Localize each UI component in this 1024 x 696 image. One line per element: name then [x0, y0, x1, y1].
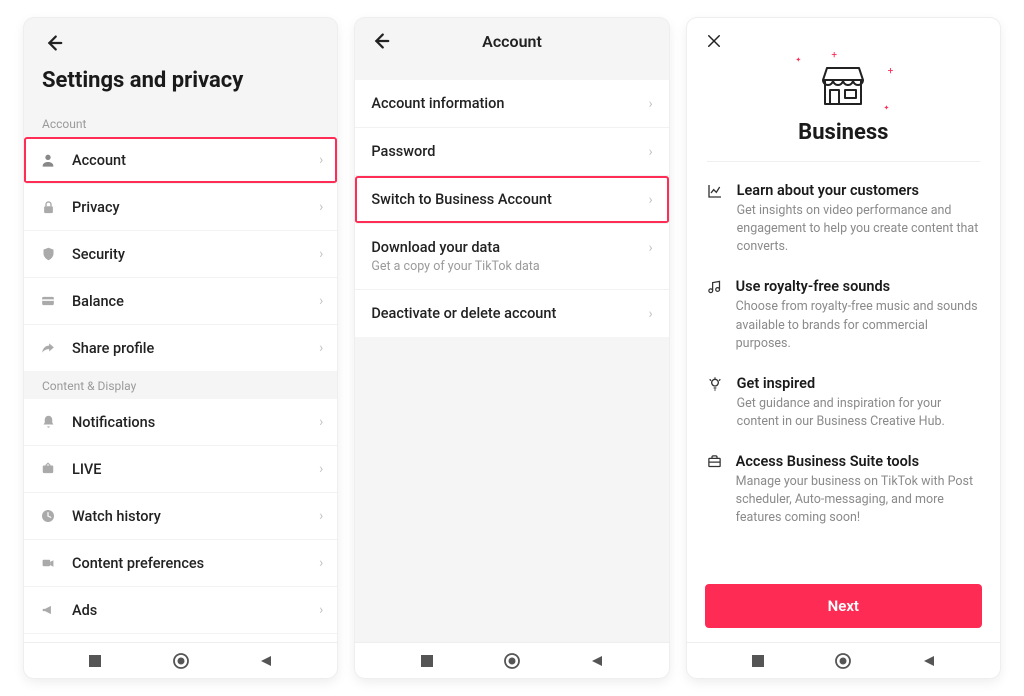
clock-icon — [38, 506, 58, 526]
video-icon — [38, 553, 58, 573]
screen-business: + ✦ + ✦ Business Lea — [687, 18, 1000, 678]
nav-recent-icon[interactable] — [413, 647, 441, 675]
item-subtitle: Get a copy of your TikTok data — [371, 259, 652, 274]
item-live[interactable]: LIVE › — [24, 446, 337, 493]
chevron-right-icon: › — [319, 414, 323, 430]
item-label: Switch to Business Account — [371, 191, 648, 208]
android-nav — [355, 642, 668, 678]
item-label: Content preferences — [72, 555, 319, 572]
item-watch-history[interactable]: Watch history › — [24, 493, 337, 540]
chevron-right-icon: › — [648, 96, 652, 112]
chevron-right-icon: › — [319, 152, 323, 168]
chevron-right-icon: › — [319, 602, 323, 618]
item-label: Notifications — [72, 414, 319, 431]
item-label: Password — [371, 143, 648, 160]
screen-settings: Settings and privacy Account Account › P… — [24, 18, 337, 678]
android-nav — [687, 642, 1000, 678]
item-label: Share profile — [72, 340, 319, 357]
chevron-right-icon: › — [648, 240, 652, 256]
item-deactivate[interactable]: Deactivate or delete account › — [355, 290, 668, 337]
chevron-right-icon: › — [319, 199, 323, 215]
business-title: Business — [687, 120, 1000, 145]
nav-home-icon[interactable] — [498, 647, 526, 675]
item-label: Account — [72, 152, 319, 169]
item-label: Watch history — [72, 508, 319, 525]
item-label: Balance — [72, 293, 319, 310]
chevron-right-icon: › — [319, 508, 323, 524]
item-account-information[interactable]: Account information › — [355, 80, 668, 128]
music-icon — [707, 278, 722, 352]
screen-account: Account Account information › Password ›… — [355, 18, 668, 678]
feature-desc: Get insights on video performance and en… — [737, 202, 980, 256]
nav-recent-icon[interactable] — [81, 647, 109, 675]
chevron-right-icon: › — [319, 293, 323, 309]
share-icon — [38, 338, 58, 358]
item-download-data[interactable]: Download your data › Get a copy of your … — [355, 224, 668, 290]
feature-title: Get inspired — [737, 375, 980, 392]
feature-title: Learn about your customers — [737, 182, 980, 199]
item-label: Download your data — [371, 239, 648, 256]
item-privacy[interactable]: Privacy › — [24, 184, 337, 231]
shield-icon — [38, 244, 58, 264]
item-label: Account information — [371, 95, 648, 112]
feature-suite: Access Business Suite tools Manage your … — [707, 453, 980, 527]
item-content-preferences[interactable]: Content preferences › — [24, 540, 337, 587]
close-icon[interactable] — [687, 18, 1000, 50]
feature-desc: Manage your business on TikTok with Post… — [736, 473, 980, 527]
item-label: Security — [72, 246, 319, 263]
page-title: Settings and privacy — [24, 62, 337, 109]
item-notifications[interactable]: Notifications › — [24, 399, 337, 446]
back-icon[interactable] — [42, 32, 64, 54]
briefcase-icon — [707, 453, 722, 527]
item-balance[interactable]: Balance › — [24, 278, 337, 325]
chevron-right-icon: › — [648, 306, 652, 322]
live-icon — [38, 459, 58, 479]
next-button[interactable]: Next — [705, 584, 982, 628]
chevron-right-icon: › — [319, 555, 323, 571]
storefront-icon: + ✦ + ✦ — [817, 60, 869, 108]
item-password[interactable]: Password › — [355, 128, 668, 176]
feature-title: Access Business Suite tools — [736, 453, 980, 470]
chevron-right-icon: › — [648, 144, 652, 160]
item-language[interactable]: Language › — [24, 634, 337, 642]
nav-home-icon[interactable] — [167, 647, 195, 675]
nav-back-icon[interactable] — [583, 647, 611, 675]
item-label: Ads — [72, 602, 319, 619]
analytics-icon — [707, 182, 723, 256]
megaphone-icon — [38, 600, 58, 620]
lock-icon — [38, 197, 58, 217]
feature-desc: Get guidance and inspiration for your co… — [737, 395, 980, 431]
item-label: Privacy — [72, 199, 319, 216]
android-nav — [24, 642, 337, 678]
item-label: Deactivate or delete account — [371, 305, 648, 322]
section-label-account: Account — [24, 109, 337, 137]
section-label-content: Content & Display — [24, 371, 337, 399]
nav-back-icon[interactable] — [915, 647, 943, 675]
chevron-right-icon: › — [648, 192, 652, 208]
item-account[interactable]: Account › — [24, 137, 337, 184]
page-title: Account — [369, 32, 654, 51]
lightbulb-icon — [707, 375, 723, 431]
item-share-profile[interactable]: Share profile › — [24, 325, 337, 371]
feature-desc: Choose from royalty-free music and sound… — [736, 298, 980, 352]
item-ads[interactable]: Ads › — [24, 587, 337, 634]
item-switch-business[interactable]: Switch to Business Account › — [355, 176, 668, 224]
person-icon — [38, 150, 58, 170]
nav-home-icon[interactable] — [829, 647, 857, 675]
feature-analytics: Learn about your customers Get insights … — [707, 182, 980, 256]
feature-inspired: Get inspired Get guidance and inspiratio… — [707, 375, 980, 431]
wallet-icon — [38, 291, 58, 311]
item-label: LIVE — [72, 461, 319, 478]
feature-sounds: Use royalty-free sounds Choose from roya… — [707, 278, 980, 352]
nav-back-icon[interactable] — [252, 647, 280, 675]
nav-recent-icon[interactable] — [744, 647, 772, 675]
feature-title: Use royalty-free sounds — [736, 278, 980, 295]
chevron-right-icon: › — [319, 246, 323, 262]
item-security[interactable]: Security › — [24, 231, 337, 278]
bell-icon — [38, 412, 58, 432]
chevron-right-icon: › — [319, 340, 323, 356]
chevron-right-icon: › — [319, 461, 323, 477]
